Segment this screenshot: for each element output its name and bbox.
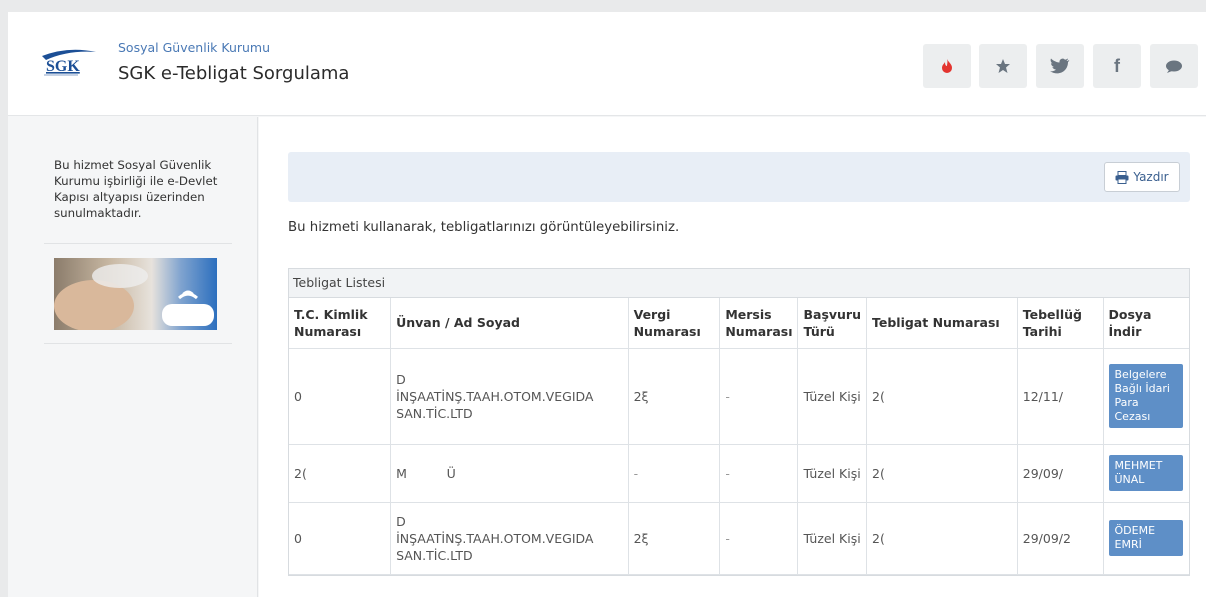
- cell-basvuru: Tüzel Kişi: [797, 348, 867, 445]
- cell-vergi: 2ξ: [628, 348, 721, 445]
- tebligat-list-panel: Tebligat Listesi T.C. Kimlik Numarası Ün…: [288, 268, 1190, 576]
- col-mersis: Mersis Numarası: [719, 298, 799, 349]
- col-tc: T.C. Kimlik Numarası: [289, 298, 392, 349]
- download-document-button[interactable]: Belgelere Bağlı İdari Para Cezası: [1108, 364, 1183, 428]
- toolbar: [288, 152, 1190, 202]
- cell-unvan: D İNŞAATİNŞ.TAAH.OTOM.VEGIDA SAN.TİC.LTD: [390, 348, 629, 445]
- facebook-button[interactable]: f: [1093, 44, 1141, 88]
- cell-tebligat-no: 2(: [866, 502, 1018, 575]
- cell-unvan: D İNŞAATİNŞ.TAAH.OTOM.VEGIDA SAN.TİC.LTD: [390, 502, 629, 575]
- page-title: SGK e-Tebligat Sorgulama: [118, 63, 350, 84]
- cell-tarih: 29/09/2: [1017, 502, 1104, 575]
- org-name: Sosyal Güvenlik Kurumu: [118, 40, 271, 55]
- col-basvuru: Başvuru Türü: [797, 298, 867, 349]
- cell-vergi: 2ξ: [628, 502, 721, 575]
- favorite-button[interactable]: [979, 44, 1027, 88]
- facebook-icon: f: [1114, 55, 1120, 76]
- cell-tc: 0: [289, 348, 392, 445]
- sidebar-divider: [44, 243, 232, 244]
- sidebar-divider: [44, 343, 232, 344]
- cell-tarih: 29/09/: [1017, 444, 1104, 503]
- cell-vergi: -: [628, 444, 721, 503]
- download-document-button[interactable]: ÖDEME EMRİ: [1108, 520, 1183, 556]
- tebligat-table: T.C. Kimlik Numarası Ünvan / Ad Soyad Ve…: [289, 298, 1189, 575]
- cell-dosya: ÖDEME EMRİ: [1103, 502, 1189, 575]
- sgk-logo[interactable]: SGK: [38, 44, 98, 78]
- cell-basvuru: Tüzel Kişi: [797, 502, 867, 575]
- sidebar-info-text: Bu hizmet Sosyal Güvenlik Kurumu işbirli…: [54, 158, 218, 220]
- col-tebellug: Tebellüğ Tarihi: [1017, 298, 1104, 349]
- cell-mersis: -: [719, 502, 799, 575]
- cell-tebligat-no: 2(: [866, 348, 1018, 445]
- intro-text: Bu hizmeti kullanarak, tebligatlarınızı …: [288, 220, 680, 235]
- cell-tc: 0: [289, 502, 392, 575]
- cell-mersis: -: [719, 348, 799, 445]
- print-icon: [1115, 170, 1129, 184]
- cell-tebligat-no: 2(: [866, 444, 1018, 503]
- cell-unvan: M Ü: [390, 444, 629, 503]
- table-row: 2( M Ü - - Tüzel Kişi 2( 29/09/ MEHMET Ü…: [289, 444, 1189, 503]
- fire-icon: [942, 59, 952, 73]
- svg-text:SGK: SGK: [46, 58, 80, 75]
- comment-button[interactable]: [1150, 44, 1198, 88]
- fire-button[interactable]: [923, 44, 971, 88]
- cell-dosya: Belgelere Bağlı İdari Para Cezası: [1103, 348, 1189, 445]
- twitter-icon: [1050, 58, 1070, 74]
- print-button[interactable]: Yazdır: [1104, 162, 1180, 192]
- comment-icon: [1166, 60, 1182, 73]
- table-row: 0 D İNŞAATİNŞ.TAAH.OTOM.VEGIDA SAN.TİC.L…: [289, 502, 1189, 575]
- col-vergi: Vergi Numarası: [628, 298, 721, 349]
- col-dosya: Dosya İndir: [1103, 298, 1189, 349]
- col-tebligat-no: Tebligat Numarası: [866, 298, 1018, 349]
- col-unvan: Ünvan / Ad Soyad: [390, 298, 629, 349]
- star-icon: [996, 59, 1010, 73]
- cell-mersis: -: [719, 444, 799, 503]
- cell-dosya: MEHMET ÜNAL: [1103, 444, 1189, 503]
- download-document-button[interactable]: MEHMET ÜNAL: [1108, 455, 1183, 491]
- cell-basvuru: Tüzel Kişi: [797, 444, 867, 503]
- sidebar-banner-image: [54, 258, 217, 330]
- cell-tc: 2(: [289, 444, 392, 503]
- print-label: Yazdır: [1133, 170, 1169, 184]
- list-title: Tebligat Listesi: [289, 269, 1189, 298]
- cell-tarih: 12/11/: [1017, 348, 1104, 445]
- table-row: 0 D İNŞAATİNŞ.TAAH.OTOM.VEGIDA SAN.TİC.L…: [289, 348, 1189, 445]
- twitter-button[interactable]: [1036, 44, 1084, 88]
